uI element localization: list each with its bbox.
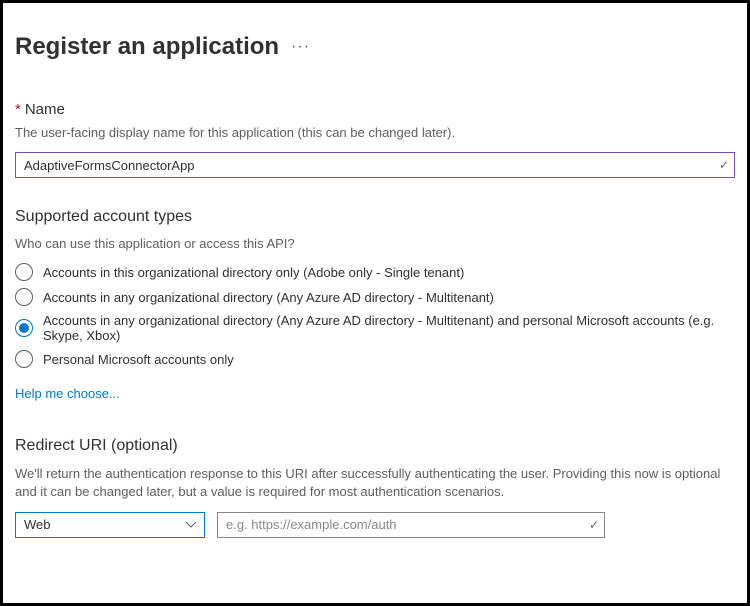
radio-option-multitenant[interactable]: Accounts in any organizational directory… <box>15 288 735 306</box>
radio-option-personal-only[interactable]: Personal Microsoft accounts only <box>15 350 735 368</box>
radio-label: Personal Microsoft accounts only <box>43 352 234 367</box>
account-types-title: Supported account types <box>15 208 735 226</box>
required-star: * <box>15 101 21 118</box>
account-types-question: Who can use this application or access t… <box>15 236 735 251</box>
radio-circle <box>15 263 33 281</box>
radio-label: Accounts in this organizational director… <box>43 265 464 280</box>
radio-dot <box>19 323 29 333</box>
name-label: * Name <box>15 101 735 118</box>
account-types-radio-group: Accounts in this organizational director… <box>15 263 735 368</box>
page-title: Register an application <box>15 33 279 61</box>
platform-select-value: Web <box>24 517 51 532</box>
more-icon[interactable]: ··· <box>291 38 310 56</box>
platform-select[interactable]: Web <box>15 512 205 538</box>
redirect-uri-description: We'll return the authentication response… <box>15 465 735 501</box>
redirect-uri-title: Redirect URI (optional) <box>15 437 735 455</box>
radio-option-single-tenant[interactable]: Accounts in this organizational director… <box>15 263 735 281</box>
redirect-uri-input[interactable] <box>217 512 605 538</box>
check-icon: ✓ <box>589 518 599 532</box>
help-me-choose-link[interactable]: Help me choose... <box>15 386 120 401</box>
chevron-down-icon <box>186 519 196 531</box>
check-icon: ✓ <box>719 158 729 172</box>
radio-label: Accounts in any organizational directory… <box>43 313 735 343</box>
radio-label: Accounts in any organizational directory… <box>43 290 494 305</box>
radio-option-multitenant-personal[interactable]: Accounts in any organizational directory… <box>15 313 735 343</box>
radio-circle <box>15 288 33 306</box>
radio-circle <box>15 319 33 337</box>
name-description: The user-facing display name for this ap… <box>15 124 735 142</box>
name-input[interactable] <box>15 152 735 178</box>
radio-circle <box>15 350 33 368</box>
